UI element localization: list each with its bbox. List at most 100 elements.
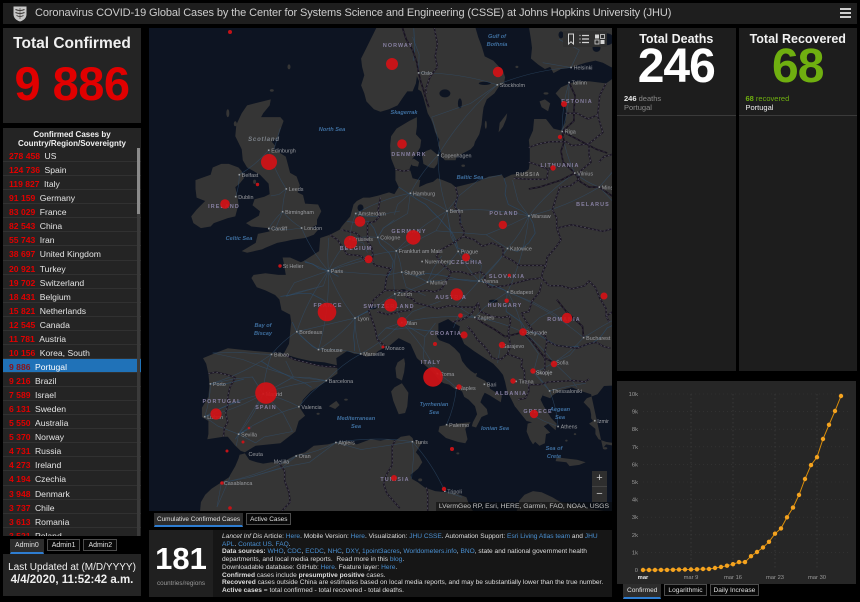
svg-text:Melilla: Melilla [274, 459, 289, 465]
svg-text:9k: 9k [632, 410, 638, 416]
svg-text:Leeds: Leeds [289, 187, 304, 193]
svg-text:Lyon: Lyon [358, 316, 370, 322]
svg-text:Cologne: Cologne [380, 236, 400, 242]
svg-text:Algiers: Algiers [338, 441, 355, 447]
svg-text:Izmir: Izmir [597, 419, 609, 425]
svg-text:Minsk: Minsk [602, 185, 612, 191]
svg-text:Sevilla: Sevilla [241, 432, 257, 438]
svg-text:North Sea: North Sea [319, 127, 345, 133]
svg-text:Porto: Porto [213, 382, 226, 388]
svg-text:St Helier: St Helier [283, 264, 304, 270]
svg-text:Bordeaux: Bordeaux [299, 330, 322, 336]
svg-text:Belgrade: Belgrade [526, 331, 548, 337]
svg-text:Thessaloniki: Thessaloniki [552, 389, 582, 395]
svg-text:Skagerrak: Skagerrak [390, 110, 418, 116]
svg-text:Helsinki: Helsinki [574, 66, 593, 72]
svg-text:LITHUANIA: LITHUANIA [541, 163, 580, 169]
svg-text:Toulouse: Toulouse [321, 348, 343, 354]
svg-text:Hamburg: Hamburg [413, 191, 435, 197]
svg-text:Budapest: Budapest [510, 290, 533, 296]
svg-text:Skopje: Skopje [536, 371, 552, 377]
svg-text:10k: 10k [629, 392, 638, 398]
svg-text:mar 9: mar 9 [684, 575, 699, 581]
svg-text:Sea: Sea [351, 424, 361, 430]
svg-text:Berlin: Berlin [450, 209, 464, 215]
svg-text:Baltic Sea: Baltic Sea [457, 175, 484, 181]
svg-text:Sofia: Sofia [556, 361, 568, 367]
svg-text:Cardiff: Cardiff [271, 227, 287, 233]
svg-text:Stockholm: Stockholm [500, 83, 526, 89]
svg-text:Biscay: Biscay [254, 331, 273, 337]
svg-text:POLAND: POLAND [489, 211, 518, 217]
svg-text:3k: 3k [632, 515, 638, 521]
svg-text:Paris: Paris [331, 269, 344, 275]
svg-text:Copenhagen: Copenhagen [441, 153, 472, 159]
svg-text:Sea: Sea [429, 410, 439, 416]
svg-text:6k: 6k [632, 462, 638, 468]
svg-text:Monaco: Monaco [385, 346, 404, 352]
svg-text:BELARUS: BELARUS [576, 202, 610, 208]
svg-text:Belfast: Belfast [242, 173, 259, 179]
svg-text:NORWAY: NORWAY [383, 43, 413, 49]
svg-text:Sea of: Sea of [546, 446, 564, 452]
svg-text:HUNGARY: HUNGARY [488, 303, 523, 309]
svg-text:Stuttgart: Stuttgart [404, 270, 425, 276]
svg-text:Zagreb: Zagreb [477, 316, 494, 322]
svg-text:PORTUGAL: PORTUGAL [202, 399, 241, 405]
svg-text:Tirana: Tirana [519, 380, 534, 386]
svg-text:8k: 8k [632, 427, 638, 433]
svg-text:Ceuta: Ceuta [249, 452, 263, 458]
svg-text:Zurich: Zurich [397, 292, 412, 298]
svg-text:Munich: Munich [430, 280, 447, 286]
svg-text:5k: 5k [632, 480, 638, 486]
svg-text:Vienna: Vienna [482, 279, 499, 285]
svg-text:Tyrrhenian: Tyrrhenian [420, 402, 449, 408]
svg-text:Katowice: Katowice [510, 247, 532, 253]
svg-text:RUSSIA: RUSSIA [516, 172, 540, 178]
svg-text:Bari: Bari [487, 383, 497, 389]
svg-text:Warsaw: Warsaw [531, 214, 550, 220]
svg-text:mar: mar [638, 575, 649, 581]
svg-text:Gulf of: Gulf of [488, 34, 507, 40]
svg-text:Vilnius: Vilnius [577, 171, 593, 177]
svg-text:Frankfurt am Main: Frankfurt am Main [399, 249, 443, 255]
svg-text:Valencia: Valencia [301, 405, 321, 411]
svg-text:Tallinn: Tallinn [572, 81, 587, 87]
svg-text:Bothnia: Bothnia [487, 42, 508, 48]
svg-text:mar 23: mar 23 [766, 575, 784, 581]
svg-text:mar 30: mar 30 [808, 575, 826, 581]
svg-text:Nuremberg: Nuremberg [425, 260, 452, 266]
svg-text:ALBANIA: ALBANIA [495, 391, 527, 397]
svg-text:Palermo: Palermo [449, 423, 469, 429]
svg-text:Dublin: Dublin [238, 195, 253, 201]
svg-text:Oslo: Oslo [421, 71, 432, 77]
svg-text:SLOVAKIA: SLOVAKIA [489, 274, 525, 280]
svg-text:7k: 7k [632, 445, 638, 451]
svg-text:ITALY: ITALY [421, 360, 441, 366]
svg-text:Sarajevo: Sarajevo [503, 344, 524, 350]
svg-text:4k: 4k [632, 498, 638, 504]
svg-text:Tunis: Tunis [415, 440, 428, 446]
svg-text:Bucharest: Bucharest [586, 336, 611, 342]
svg-text:London: London [304, 226, 322, 232]
svg-text:Riga: Riga [565, 130, 576, 136]
svg-text:CROATIA: CROATIA [430, 331, 462, 337]
svg-text:Ionian Sea: Ionian Sea [481, 426, 509, 432]
svg-text:Bilbao: Bilbao [274, 353, 289, 359]
svg-text:1k: 1k [632, 550, 638, 556]
svg-text:Birmingham: Birmingham [285, 210, 314, 216]
svg-text:Scotland: Scotland [248, 137, 280, 143]
svg-text:Bay of: Bay of [254, 323, 272, 329]
svg-text:Sea: Sea [555, 415, 565, 421]
svg-text:Edinburgh: Edinburgh [271, 148, 296, 154]
svg-text:Marseille: Marseille [363, 352, 385, 358]
svg-text:Athens: Athens [561, 425, 578, 431]
svg-text:2k: 2k [632, 533, 638, 539]
svg-text:Barcelona: Barcelona [329, 379, 353, 385]
svg-text:Casablanca: Casablanca [224, 481, 252, 487]
svg-text:Mediterranean: Mediterranean [337, 416, 376, 422]
svg-text:mar 16: mar 16 [724, 575, 742, 581]
svg-text:SPAIN: SPAIN [255, 405, 277, 411]
svg-text:Crete: Crete [547, 454, 561, 460]
svg-text:DENMARK: DENMARK [391, 152, 426, 158]
